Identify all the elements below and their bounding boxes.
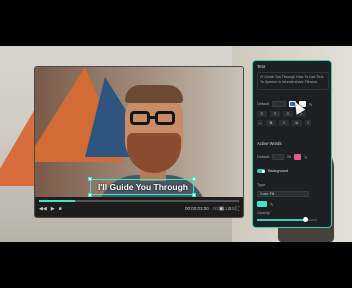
opacity-slider[interactable] — [257, 217, 317, 222]
type-row: Color Fill — [257, 191, 309, 197]
fullscreen-icon[interactable]: ⛶ — [235, 205, 239, 213]
font-select[interactable]: Default — [257, 102, 269, 106]
eyedropper-icon[interactable]: ✎ — [309, 102, 312, 107]
panel-title: Text — [257, 64, 266, 69]
presenter-glasses — [155, 111, 175, 125]
format-row: ↔ B I U ↕ — [257, 120, 311, 126]
eyedropper-icon[interactable]: ✎ — [304, 155, 307, 160]
type-label: Type — [257, 183, 266, 187]
text-content-field[interactable]: I'll Guide You Through How To Use Text-T… — [257, 72, 329, 90]
timeline-scrubber[interactable] — [39, 200, 239, 202]
bold-icon[interactable]: B — [266, 120, 276, 126]
presenter-glasses-bridge — [149, 116, 156, 119]
player-tools: ▣ ♫ ⛶ — [219, 205, 239, 213]
font-row: Default ✎ — [257, 101, 312, 107]
type-dropdown[interactable]: Color Fill — [257, 191, 309, 197]
video-preview-player[interactable]: I'll Guide You Through ◀◀ ▶ ■ 00:00:03:0… — [34, 66, 244, 218]
caption-selection-box[interactable]: I'll Guide You Through — [88, 177, 196, 197]
text-spacing-icon[interactable]: ↔ — [257, 120, 263, 126]
playback-controls: ◀◀ ▶ ■ — [39, 205, 62, 213]
underline-icon[interactable]: U — [292, 120, 302, 126]
eyedropper-icon[interactable]: ✎ — [270, 202, 273, 207]
active-words-heading: Active Words — [257, 141, 282, 146]
line-height-icon[interactable]: ↕ — [305, 120, 311, 126]
background-label: Background — [268, 169, 289, 173]
timeline-progress — [39, 200, 75, 202]
volume-icon[interactable]: ♫ — [228, 205, 232, 213]
opacity-slider-knob[interactable] — [302, 217, 308, 222]
background-row: Background — [257, 169, 288, 173]
playback-bar: ◀◀ ▶ ■ 00:00:03:00 00:00:10:00 ▣ ♫ ⛶ — [35, 197, 243, 217]
fill-color-row: ✎ — [257, 201, 273, 207]
background-color-swatch[interactable] — [257, 201, 267, 207]
background-toggle[interactable] — [257, 169, 265, 173]
presenter-glasses — [130, 111, 150, 125]
presenter-hair — [125, 85, 183, 103]
align-left-icon[interactable]: ≡ — [257, 111, 267, 117]
snapshot-icon[interactable]: ▣ — [219, 205, 224, 213]
stop-icon[interactable]: ■ — [59, 205, 62, 213]
play-icon[interactable]: ▶ — [51, 205, 55, 213]
active-size-value[interactable]: 26 — [287, 155, 291, 159]
italic-icon[interactable]: I — [279, 120, 289, 126]
opacity-slider-fill — [257, 219, 305, 221]
current-time: 00:00:03:00 — [185, 206, 209, 211]
align-center-icon[interactable]: ≡ — [270, 111, 280, 117]
prev-frame-icon[interactable]: ◀◀ — [39, 205, 47, 213]
active-font-select[interactable]: Default — [257, 155, 269, 159]
align-right-icon[interactable]: ≡ — [283, 111, 293, 117]
opacity-label: Opacity — [257, 211, 270, 215]
active-font-dropdown[interactable] — [272, 154, 285, 160]
font-dropdown[interactable] — [272, 101, 287, 107]
caption-text[interactable]: I'll Guide You Through — [91, 181, 195, 193]
text-properties-panel: Text I'll Guide You Through How To Use T… — [252, 60, 332, 228]
active-words-row: Default 26 ✎ — [257, 154, 307, 160]
color-swatch-pink[interactable] — [294, 154, 302, 160]
